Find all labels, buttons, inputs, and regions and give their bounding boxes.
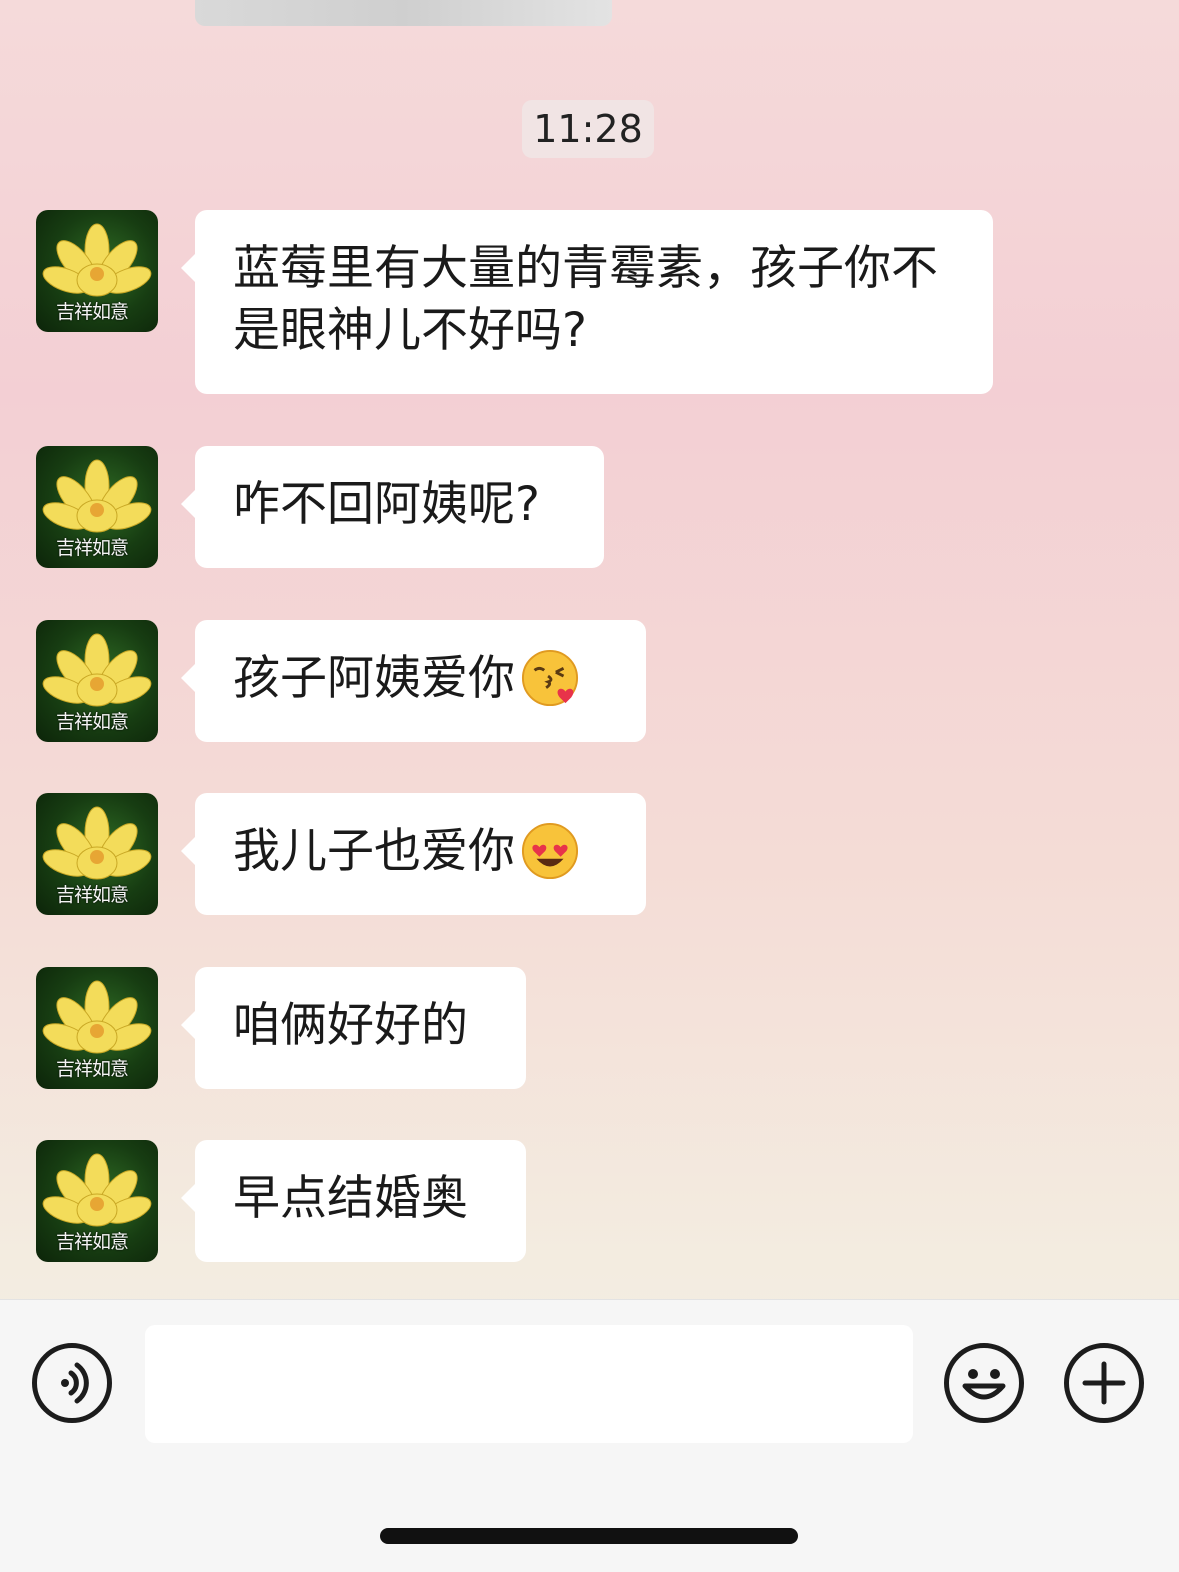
emoji-button[interactable] — [944, 1343, 1024, 1423]
message-text: 蓝莓里有大量的青霉素，孩子你不是眼神儿不好吗? — [233, 241, 938, 358]
message-timestamp: 11:28 — [522, 100, 654, 158]
message-bubble[interactable]: 早点结婚奥 — [181, 1140, 526, 1262]
plus-icon — [1082, 1361, 1126, 1405]
message-bubble[interactable]: 咋不回阿姨呢? — [181, 446, 604, 568]
avatar[interactable]: 吉祥如意 — [36, 210, 158, 332]
message-bubble[interactable]: 咱俩好好的 — [181, 967, 526, 1089]
message-text: 咋不回阿姨呢? — [233, 477, 540, 532]
heart-eyes-emoji — [521, 822, 579, 879]
voice-icon — [61, 1362, 89, 1404]
message-bubble[interactable]: 孩子阿姨爱你 — [181, 620, 646, 742]
home-indicator[interactable] — [380, 1528, 798, 1544]
previous-image-message[interactable] — [195, 0, 612, 26]
message-text: 咱俩好好的 — [233, 998, 468, 1053]
message-bubble[interactable]: 蓝莓里有大量的青霉素，孩子你不是眼神儿不好吗? — [181, 210, 993, 394]
avatar-caption: 吉祥如意 — [56, 537, 129, 559]
avatar[interactable]: 吉祥如意 — [36, 1140, 158, 1262]
voice-button[interactable] — [32, 1343, 112, 1423]
smiley-icon — [962, 1369, 1006, 1400]
message-input[interactable] — [145, 1325, 913, 1443]
avatar-caption: 吉祥如意 — [56, 1058, 129, 1080]
message-bubble[interactable]: 我儿子也爱你 — [181, 793, 646, 915]
avatar-caption: 吉祥如意 — [56, 884, 129, 906]
avatar-caption: 吉祥如意 — [56, 711, 129, 733]
kissing-face-emoji — [521, 649, 579, 706]
plus-button[interactable] — [1064, 1343, 1144, 1423]
message-text: 早点结婚奥 — [233, 1171, 468, 1226]
message-text: 我儿子也爱你 — [233, 824, 515, 879]
avatar[interactable]: 吉祥如意 — [36, 446, 158, 568]
avatar-caption: 吉祥如意 — [56, 1231, 129, 1253]
avatar-caption: 吉祥如意 — [56, 301, 129, 323]
avatar[interactable]: 吉祥如意 — [36, 620, 158, 742]
avatar[interactable]: 吉祥如意 — [36, 967, 158, 1089]
message-text: 孩子阿姨爱你 — [233, 651, 515, 706]
avatar[interactable]: 吉祥如意 — [36, 793, 158, 915]
